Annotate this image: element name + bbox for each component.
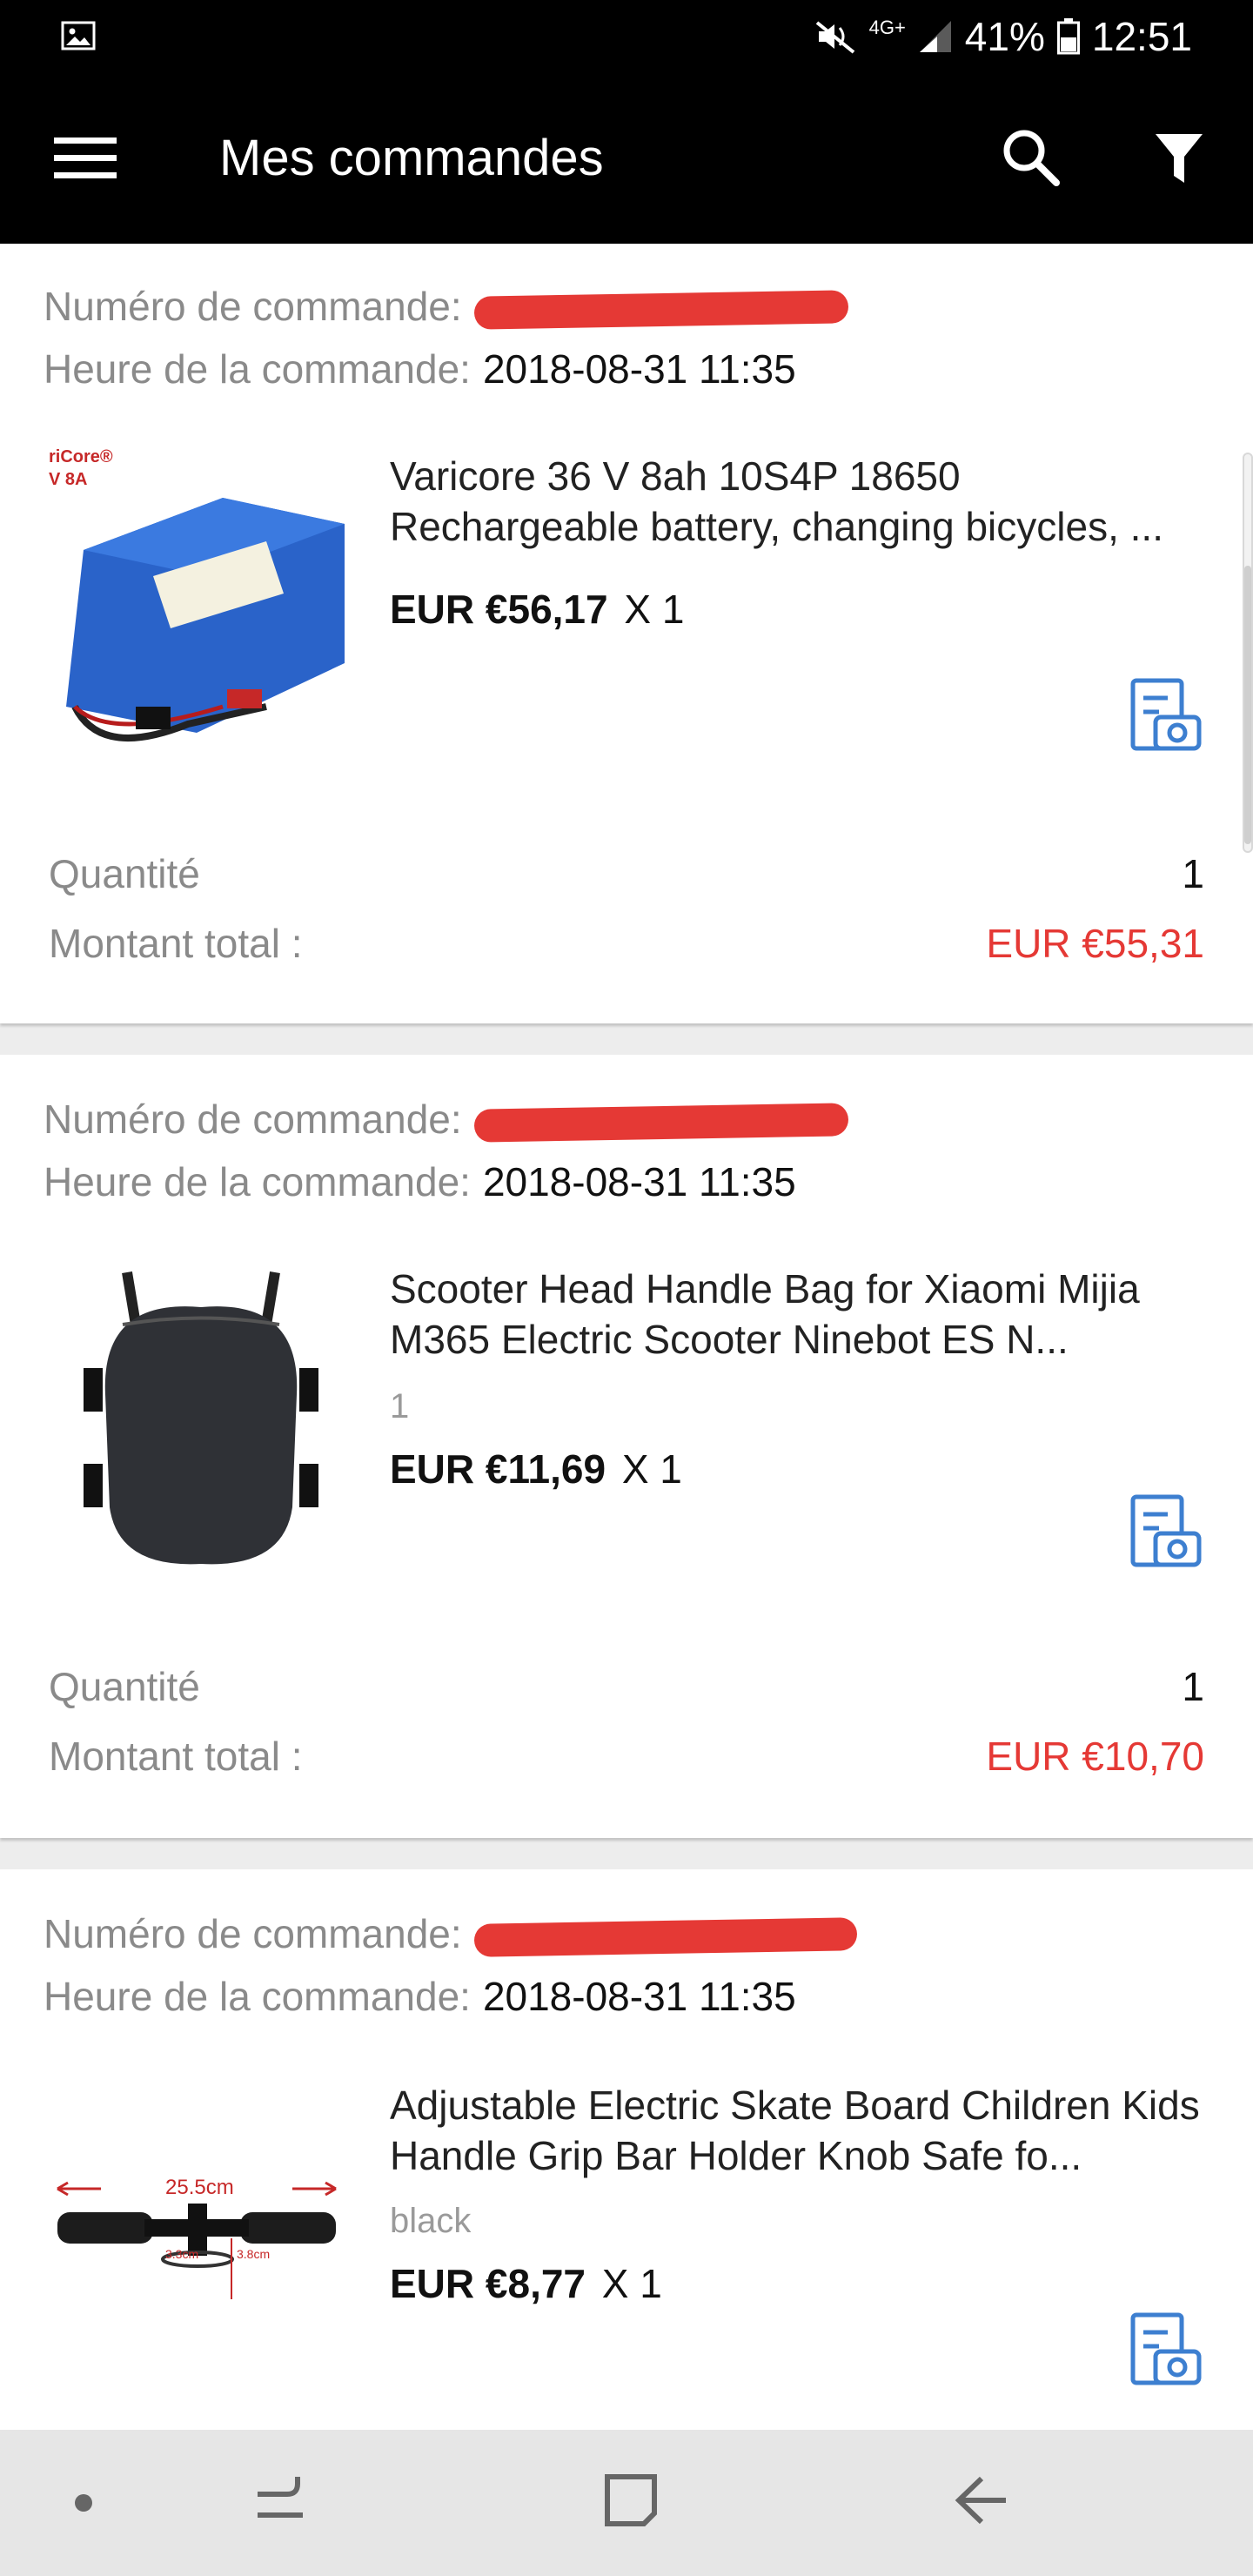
thumbnail-brand-text: riCore® V 8A <box>49 447 113 489</box>
recents-icon[interactable] <box>252 2470 308 2531</box>
menu-icon[interactable] <box>54 134 117 183</box>
order-card[interactable]: Numéro de commande: Heure de la commande… <box>0 1869 1253 2435</box>
total-label: Montant total : <box>49 921 303 966</box>
order-time-row: Heure de la commande: 2018-08-31 11:35 <box>44 1972 796 2021</box>
product-variant: black <box>390 2202 472 2240</box>
quantity-value: 1 <box>1182 851 1204 896</box>
order-number-row: Numéro de commande: <box>44 1095 848 1144</box>
product-title[interactable]: Scooter Head Handle Bag for Xiaomi Mijia… <box>390 1264 1208 1365</box>
order-time-value: 2018-08-31 11:35 <box>482 346 796 392</box>
quantity-row: Quantité 1 <box>49 849 1204 898</box>
item-count: X 1 <box>601 2261 662 2306</box>
page-title: Mes commandes <box>219 130 604 186</box>
price-line: EUR €56,17 X 1 <box>390 585 684 634</box>
photo-review-icon[interactable] <box>1129 1493 1203 1570</box>
signal-icon <box>919 21 951 52</box>
total-value: EUR €10,70 <box>986 1734 1204 1779</box>
unit-price: EUR €11,69 <box>390 1446 606 1492</box>
order-number-label: Numéro de commande: <box>44 1097 462 1142</box>
order-card[interactable]: Numéro de commande: Heure de la commande… <box>0 1055 1253 1838</box>
network-type: 4G+ <box>868 17 906 38</box>
unit-price: EUR €56,17 <box>390 587 608 632</box>
photo-review-icon[interactable] <box>1129 677 1203 754</box>
quantity-label: Quantité <box>49 1664 200 1709</box>
product-title[interactable]: Varicore 36 V 8ah 10S4P 18650 Rechargeab… <box>390 451 1208 552</box>
redacted-order-number <box>473 290 848 330</box>
order-time-row: Heure de la commande: 2018-08-31 11:35 <box>44 345 796 393</box>
product-thumbnail[interactable]: riCore® V 8A <box>49 446 353 750</box>
product-variant: 1 <box>390 1387 410 1426</box>
redacted-order-number <box>473 1917 857 1957</box>
scrollbar-thumb[interactable] <box>1244 566 1251 844</box>
home-icon[interactable] <box>600 2470 661 2531</box>
thumbnail-dim-label: 3.3cm <box>165 2247 199 2261</box>
battery-percent: 41% <box>964 14 1045 59</box>
handle-grip-bar-image <box>49 2082 353 2386</box>
mute-icon <box>815 21 854 54</box>
order-number-row: Numéro de commande: <box>44 282 848 331</box>
order-time-label: Heure de la commande: <box>44 346 471 392</box>
item-count: X 1 <box>621 1446 682 1492</box>
order-number-row: Numéro de commande: <box>44 1909 857 1958</box>
battery-pack-image <box>49 446 353 750</box>
total-label: Montant total : <box>49 1734 303 1779</box>
order-time-label: Heure de la commande: <box>44 1159 471 1204</box>
total-row: Montant total : EUR €10,70 <box>49 1732 1204 1781</box>
total-row: Montant total : EUR €55,31 <box>49 919 1204 968</box>
quantity-value: 1 <box>1182 1664 1204 1709</box>
system-nav-bar <box>0 2430 1253 2576</box>
clock: 12:51 <box>1091 14 1192 59</box>
thumbnail-dim-label: 3.8cm <box>237 2247 271 2261</box>
app-bar: Mes commandes <box>0 73 1253 244</box>
order-time-value: 2018-08-31 11:35 <box>482 1974 796 2019</box>
product-thumbnail[interactable]: 25.5cm 3.3cm 3.8cm <box>49 2082 353 2386</box>
handle-bag-image <box>49 1264 353 1568</box>
unit-price: EUR €8,77 <box>390 2261 586 2306</box>
search-icon[interactable] <box>1001 127 1062 188</box>
gallery-notification-icon <box>61 21 96 50</box>
battery-icon <box>1056 18 1080 55</box>
price-line: EUR €11,69 X 1 <box>390 1445 682 1493</box>
status-bar: 4G+ 41% 12:51 <box>0 0 1253 73</box>
product-title[interactable]: Adjustable Electric Skate Board Children… <box>390 2080 1208 2181</box>
quantity-label: Quantité <box>49 851 200 896</box>
price-line: EUR €8,77 X 1 <box>390 2259 662 2308</box>
order-number-label: Numéro de commande: <box>44 284 462 329</box>
order-card[interactable]: Numéro de commande: Heure de la commande… <box>0 244 1253 1023</box>
product-thumbnail[interactable] <box>49 1264 353 1568</box>
order-time-row: Heure de la commande: 2018-08-31 11:35 <box>44 1157 796 1206</box>
thumbnail-length-label: 25.5cm <box>165 2176 234 2199</box>
redacted-order-number <box>473 1103 848 1143</box>
status-right: 4G+ 41% 12:51 <box>815 10 1192 63</box>
total-value: EUR €55,31 <box>986 921 1204 966</box>
filter-icon[interactable] <box>1154 132 1204 186</box>
photo-review-icon[interactable] <box>1129 2311 1203 2388</box>
order-time-value: 2018-08-31 11:35 <box>482 1159 796 1204</box>
order-time-label: Heure de la commande: <box>44 1974 471 2019</box>
nav-hide-dot[interactable] <box>75 2494 92 2512</box>
quantity-row: Quantité 1 <box>49 1662 1204 1711</box>
order-number-label: Numéro de commande: <box>44 1911 462 1956</box>
item-count: X 1 <box>624 587 685 632</box>
back-icon[interactable] <box>952 2470 1013 2531</box>
